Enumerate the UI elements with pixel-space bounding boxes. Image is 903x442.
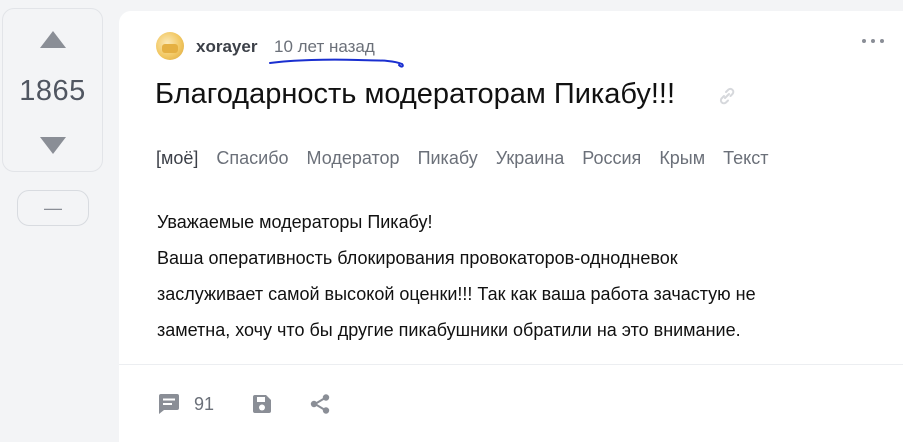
save-icon[interactable]: [250, 392, 274, 416]
author-name[interactable]: xorayer: [196, 37, 257, 57]
more-dots-icon[interactable]: [862, 39, 884, 43]
body-line: заметна, хочу что бы другие пикабушники …: [157, 320, 741, 340]
tag-item[interactable]: Украина: [496, 148, 565, 169]
share-icon[interactable]: [308, 392, 332, 416]
comments-button[interactable]: 91: [156, 391, 214, 417]
tag-item[interactable]: Модератор: [307, 148, 400, 169]
downvote-arrow-icon[interactable]: [39, 137, 66, 154]
handwritten-underline: [269, 58, 404, 68]
tag-item[interactable]: Россия: [582, 148, 641, 169]
tag-list: [моё] Спасибо Модератор Пикабу Украина Р…: [156, 148, 768, 169]
tag-item[interactable]: Пикабу: [418, 148, 478, 169]
author-avatar[interactable]: [156, 32, 184, 60]
tag-item[interactable]: Крым: [659, 148, 705, 169]
comment-icon: [159, 394, 179, 414]
vote-panel: 1865: [2, 8, 103, 172]
post-body: Уважаемые модераторы Пикабу! Ваша операт…: [157, 204, 887, 348]
upvote-arrow-icon[interactable]: [39, 31, 66, 48]
tag-item[interactable]: Спасибо: [216, 148, 288, 169]
rating-score: 1865: [19, 75, 86, 107]
tag-item[interactable]: Текст: [723, 148, 768, 169]
post-actions: 91: [156, 391, 332, 417]
post-title[interactable]: Благодарность модераторам Пикабу!!!: [155, 78, 675, 111]
post-time[interactable]: 10 лет назад: [274, 37, 375, 57]
comments-count: 91: [194, 393, 215, 414]
body-line: Уважаемые модераторы Пикабу!: [157, 212, 433, 232]
minus-label: —: [44, 197, 62, 218]
body-line: заслуживает самой высокой оценки!!! Так …: [157, 284, 756, 304]
link-icon[interactable]: [715, 84, 739, 108]
tag-item[interactable]: [моё]: [156, 148, 198, 169]
minus-button[interactable]: —: [17, 190, 89, 226]
body-line: Ваша оперативность блокирования провокат…: [157, 248, 678, 268]
